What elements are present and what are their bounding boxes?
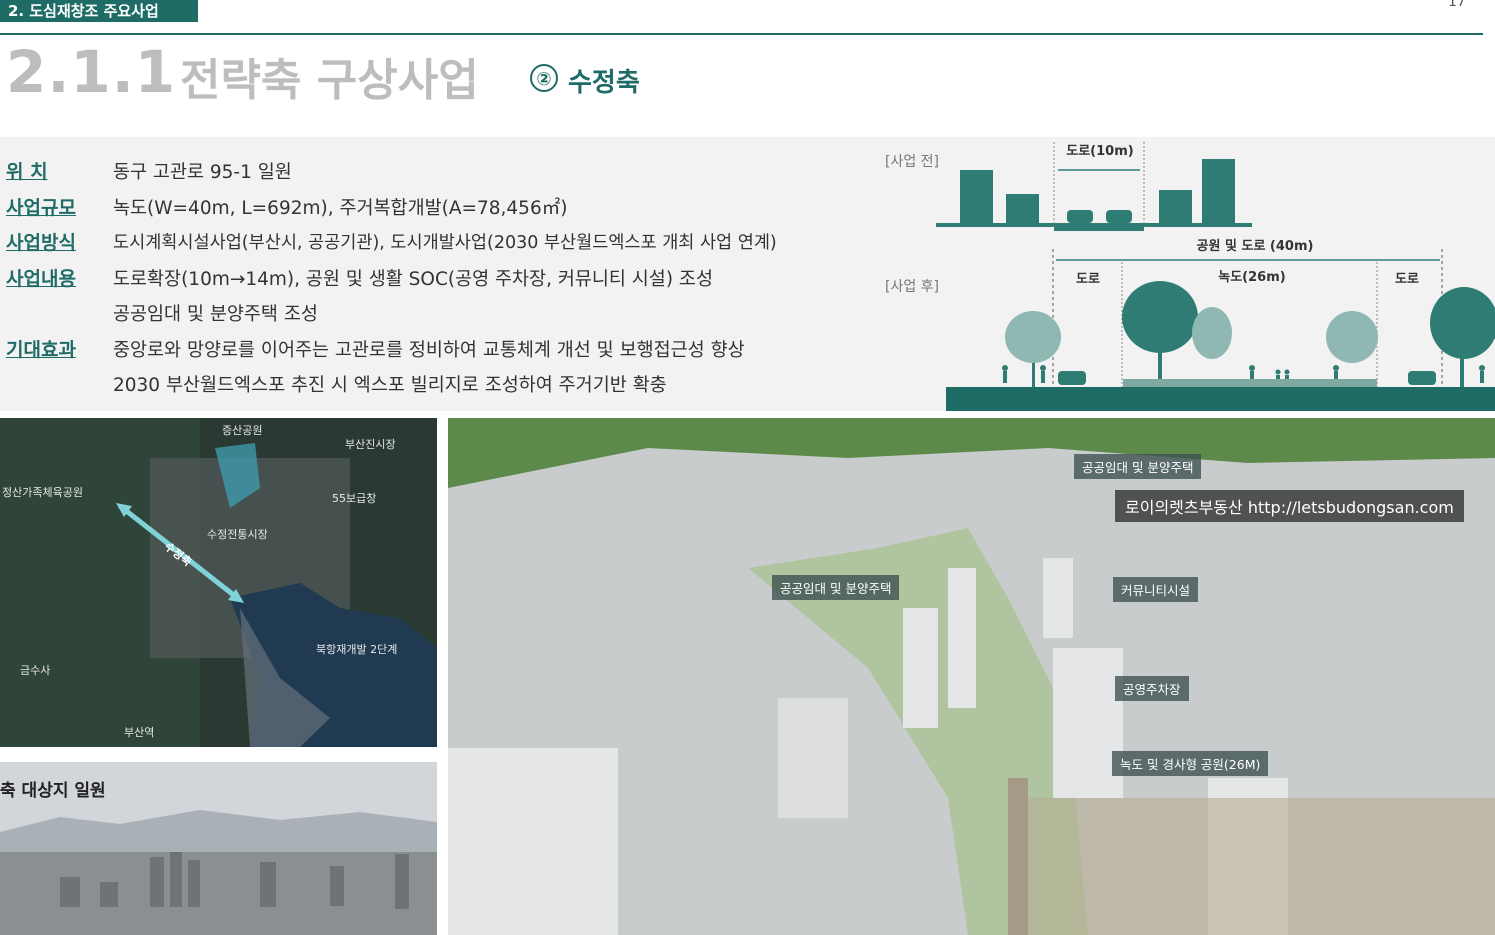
- after-label: [사업 후]: [885, 279, 939, 295]
- location-label: 위 치: [6, 161, 48, 183]
- after-ground: [946, 387, 1495, 411]
- map-label-jeungsan-park: 증산공원: [222, 424, 263, 437]
- effect-label: 기대효과: [6, 339, 76, 361]
- map-label-busan-station: 부산역: [124, 726, 155, 739]
- map-label-jeongsan-gym: 정산가족체육공원: [2, 486, 83, 499]
- method-value: 도시계획시설사업(부산시, 공공기관), 도시개발사업(2030 부산월드엑스포…: [113, 233, 777, 253]
- photo-caption: 축 대상지 일원: [0, 781, 106, 801]
- scale-value: 녹도(W=40m, L=692m), 주거복합개발(A=78,456㎡): [113, 198, 568, 219]
- map-label-busanjin-market: 부산진시장: [345, 438, 396, 451]
- road-before-label: 도로(10m): [1066, 144, 1133, 159]
- panorama-photo: 축 대상지 일원: [0, 762, 437, 935]
- section-tab: 2. 도심재창조 주요사업: [0, 0, 198, 22]
- project-rendering: 공공임대 및 분양주택 로이의렛츠부동산 http://letsbudongsa…: [448, 418, 1495, 935]
- render-label-parking: 공영주차장: [1115, 676, 1189, 701]
- render-label-greenway: 녹도 및 경사형 공원(26M): [1112, 751, 1269, 776]
- road-left-label: 도로: [1076, 272, 1100, 287]
- aerial-map: 증산공원 부산진시장 정산가족체육공원 55보급창 수정전통시장 수정축 북항재…: [0, 418, 437, 747]
- method-label: 사업방식: [6, 232, 76, 254]
- page-subtitle: 수정축: [568, 68, 640, 98]
- render-label-community: 커뮤니티시설: [1113, 577, 1199, 602]
- before-road: [1054, 223, 1144, 231]
- effect-value-1: 중앙로와 망양로를 이어주는 고관로를 정비하여 교통체계 개선 및 보행접근성…: [113, 340, 745, 361]
- render-label-housing-mid: 공공임대 및 분양주택: [772, 575, 900, 600]
- map-label-geumsusa: 금수사: [20, 664, 51, 677]
- effect-value-2: 2030 부산월드엑스포 추진 시 엑스포 빌리지로 조성하여 주거기반 확충: [113, 375, 667, 396]
- content-value-1: 도로확장(10m→14m), 공원 및 생활 SOC(공영 주차장, 커뮤니티 …: [113, 269, 713, 290]
- page-title: 전략축 구상사업: [180, 55, 479, 106]
- render-label-housing-top: 공공임대 및 분양주택: [1074, 454, 1202, 479]
- scale-label: 사업규모: [6, 197, 76, 219]
- before-buildings: [960, 159, 1235, 225]
- page-number: 17: [1448, 0, 1466, 10]
- park-road-total-label: 공원 및 도로 (40m): [1197, 239, 1314, 254]
- after-greenway-bed: [1123, 379, 1377, 387]
- road-cross-section-diagram: [사업 전] 도로(10m) [사업 후] 공원 및 도로 (40m) 도로 녹…: [885, 142, 1495, 411]
- subtitle-marker: ②: [530, 64, 558, 92]
- title-number: 2.1.1: [6, 38, 177, 106]
- location-value: 동구 고관로 95-1 일원: [113, 162, 292, 183]
- watermark: 로이의렛츠부동산 http://letsbudongsan.com: [1115, 490, 1464, 522]
- before-label: [사업 전]: [885, 154, 939, 170]
- map-graphic: [0, 418, 437, 747]
- content-value-2: 공공임대 및 분양주택 조성: [113, 304, 318, 325]
- header-rule: [0, 33, 1483, 35]
- map-label-sujeong-market: 수정전통시장: [207, 528, 268, 541]
- map-label-bogeumjang: 55보급창: [332, 492, 377, 505]
- green-road-label: 녹도(26m): [1218, 270, 1285, 285]
- before-cars: [1067, 210, 1132, 223]
- road-right-label: 도로: [1395, 272, 1419, 287]
- map-label-north-port: 북항재개발 2단계: [316, 643, 398, 656]
- content-label: 사업내용: [6, 268, 76, 290]
